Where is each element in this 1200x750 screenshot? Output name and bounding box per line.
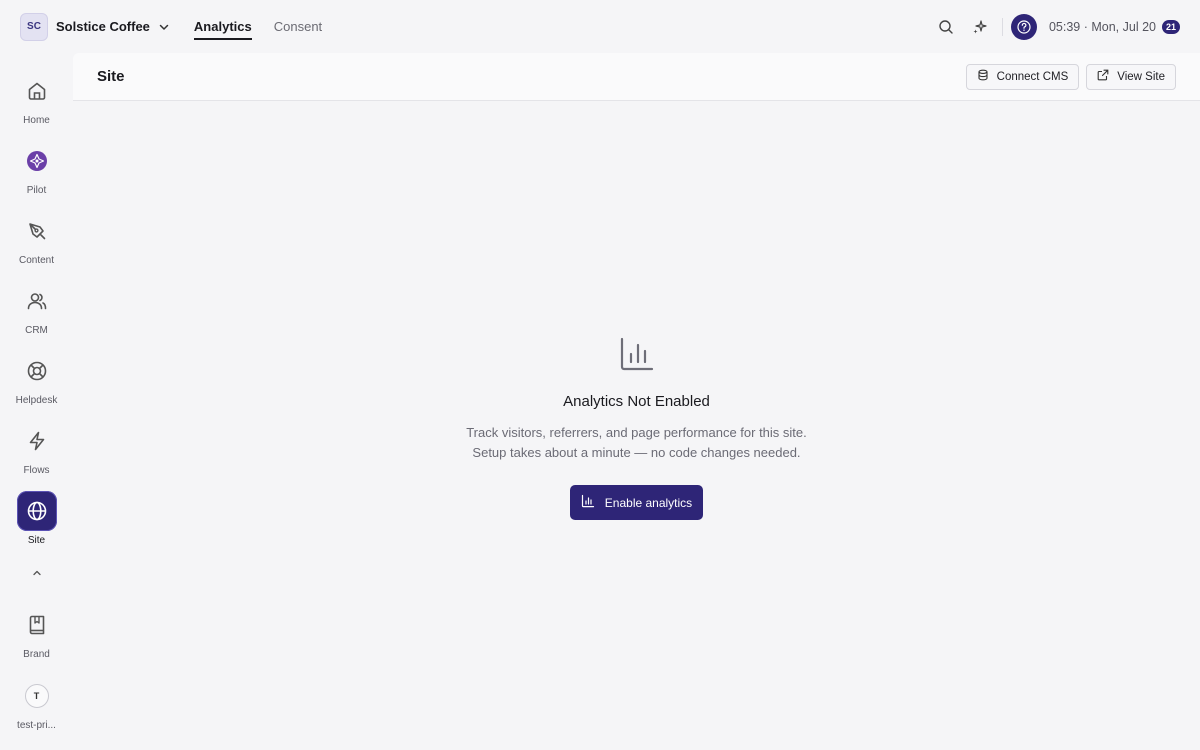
sidebar-item-label: test-pri... xyxy=(17,720,56,731)
globe-icon xyxy=(16,491,57,531)
connect-cms-button[interactable]: Connect CMS xyxy=(965,63,1080,90)
enable-analytics-label: Enable analytics xyxy=(604,495,693,510)
tab-consent[interactable]: Consent xyxy=(274,15,322,38)
sidebar-item-pilot[interactable]: Pilot xyxy=(0,141,73,196)
view-site-button[interactable]: View Site xyxy=(1086,63,1176,90)
empty-state-line-2: Setup takes about a minute — no code cha… xyxy=(472,445,801,460)
empty-state: Analytics Not Enabled Track visitors, re… xyxy=(73,336,1200,520)
search-icon[interactable] xyxy=(932,13,960,41)
view-site-label: View Site xyxy=(1117,70,1165,83)
workspace-name[interactable]: Solstice Coffee xyxy=(56,19,150,34)
sidebar-item-crm[interactable]: CRM xyxy=(0,281,73,336)
bar-chart-icon xyxy=(619,336,655,377)
home-icon xyxy=(17,71,57,111)
avatar-initial: T xyxy=(24,684,49,708)
sidebar-item-brand[interactable]: Brand xyxy=(0,605,73,660)
sidebar-item-label: Content xyxy=(18,255,55,266)
lifebuoy-icon xyxy=(17,351,57,391)
book-icon xyxy=(17,605,57,645)
sidebar-item-home[interactable]: Home xyxy=(0,71,73,126)
empty-state-line-1: Track visitors, referrers, and page perf… xyxy=(466,425,807,440)
sidebar-item-site[interactable]: Site xyxy=(0,491,73,546)
sidebar-item-label: Brand xyxy=(23,649,50,660)
sidebar-item-label: Flows xyxy=(23,465,50,476)
external-link-icon xyxy=(1097,69,1109,84)
top-bar: SC Solstice Coffee Analytics Consent 05:… xyxy=(0,0,1200,53)
sparkles-icon[interactable] xyxy=(966,13,994,41)
collapse-toggle[interactable] xyxy=(0,563,73,583)
sidebar-item-content[interactable]: Content xyxy=(0,211,73,266)
top-tabs: Analytics Consent xyxy=(193,15,322,40)
empty-state-description: Track visitors, referrers, and page perf… xyxy=(466,423,807,463)
pen-icon xyxy=(17,211,57,251)
notification-badge[interactable]: 21 xyxy=(1161,19,1180,34)
users-icon xyxy=(17,281,57,321)
sidebar-item-label: Pilot xyxy=(26,185,47,196)
page-title: Site xyxy=(97,68,125,85)
clock-text: 05:39 · Mon, Jul 20 xyxy=(1048,19,1156,34)
chevron-up-icon xyxy=(17,563,57,583)
bar-chart-icon xyxy=(581,494,595,511)
database-icon xyxy=(977,69,989,84)
empty-state-title: Analytics Not Enabled xyxy=(563,393,710,410)
tab-analytics[interactable]: Analytics xyxy=(193,15,252,40)
divider xyxy=(1001,17,1003,36)
workspace-avatar[interactable]: SC xyxy=(20,12,48,41)
enable-analytics-button[interactable]: Enable analytics xyxy=(569,485,704,520)
sidebar-item-label: Home xyxy=(23,115,50,126)
sidebar-item-flows[interactable]: Flows xyxy=(0,421,73,476)
sidebar-item-user[interactable]: T test-pri... xyxy=(0,676,73,731)
chevron-down-icon[interactable] xyxy=(158,21,170,33)
sidebar-item-helpdesk[interactable]: Helpdesk xyxy=(0,351,73,406)
sidebar-item-label: Helpdesk xyxy=(15,395,58,406)
sidebar: Home Pilot Content CRM Helpdesk Flows Si… xyxy=(0,53,73,750)
connect-cms-label: Connect CMS xyxy=(996,70,1069,83)
bolt-icon xyxy=(17,421,57,461)
sidebar-item-label: CRM xyxy=(25,325,48,336)
main-panel: Site Connect CMS View Site Analytics Not… xyxy=(73,53,1200,750)
user-avatar: T xyxy=(17,676,57,716)
help-icon[interactable] xyxy=(1010,13,1037,40)
page-header: Site Connect CMS View Site xyxy=(73,53,1200,101)
pilot-icon xyxy=(17,141,57,181)
sidebar-item-label: Site xyxy=(27,535,46,546)
